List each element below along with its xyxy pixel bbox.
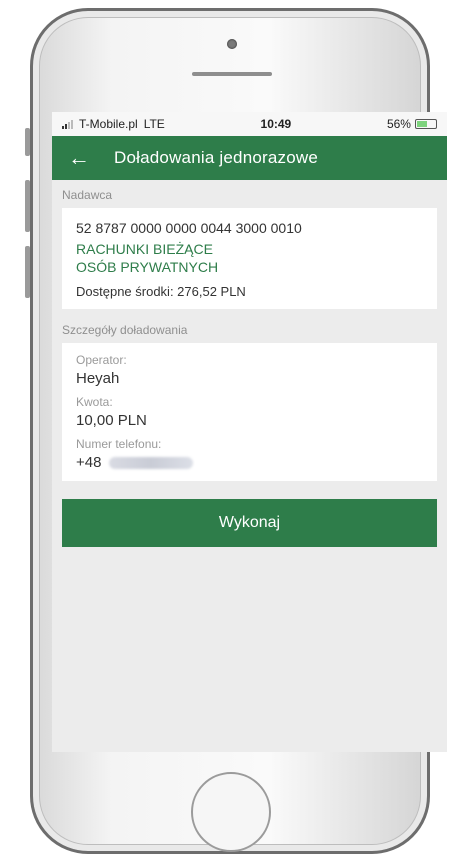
phone-value: +48	[76, 454, 423, 471]
earpiece-speaker	[192, 72, 272, 76]
carrier-name: T-Mobile.pl	[79, 117, 138, 131]
sender-section-label: Nadawca	[62, 188, 113, 202]
app-bar: ← Doładowania jednorazowe	[52, 136, 447, 180]
status-bar: T-Mobile.pl LTE 10:49 56%	[52, 112, 447, 136]
sender-card[interactable]: 52 8787 0000 0000 0044 3000 0010 RACHUNK…	[62, 208, 437, 309]
page-title: Doładowania jednorazowe	[114, 148, 319, 167]
status-time: 10:49	[260, 117, 292, 131]
phone-label: Numer telefonu:	[76, 437, 162, 451]
battery-fill	[416, 121, 427, 127]
details-card: Operator: Heyah Kwota: 10,00 PLN Numer t…	[62, 343, 437, 481]
operator-value: Heyah	[76, 370, 120, 387]
front-camera	[227, 39, 237, 49]
execute-button[interactable]: Wykonaj	[62, 499, 437, 547]
battery-icon	[414, 119, 437, 129]
status-left: T-Mobile.pl LTE	[62, 117, 165, 131]
redacted-phone-number	[109, 456, 194, 469]
details-section-label: Szczegóły doładowania	[62, 323, 188, 337]
phone-screen: T-Mobile.pl LTE 10:49 56% ← Doładowania …	[52, 112, 447, 752]
status-right: 56%	[387, 117, 437, 131]
phone-prefix: +48	[76, 454, 102, 471]
amount-label: Kwota:	[76, 395, 113, 409]
account-number: 52 8787 0000 0000 0044 3000 0010	[76, 220, 302, 236]
volume-down-button	[25, 246, 30, 298]
operator-label: Operator:	[76, 353, 127, 367]
mute-switch	[25, 128, 30, 156]
signal-icon	[62, 119, 73, 129]
arrow-left-icon[interactable]: ←	[68, 136, 108, 180]
account-name-line2: OSÓB PRYWATNYCH	[76, 259, 219, 275]
available-funds: Dostępne środki: 276,52 PLN	[76, 284, 246, 299]
account-name-line1: RACHUNKI BIEŻĄCE	[76, 241, 213, 257]
battery-percent: 56%	[386, 117, 411, 131]
home-button[interactable]	[191, 772, 271, 852]
amount-value: 10,00 PLN	[76, 412, 147, 429]
volume-up-button	[25, 180, 30, 232]
network-type: LTE	[143, 117, 165, 131]
